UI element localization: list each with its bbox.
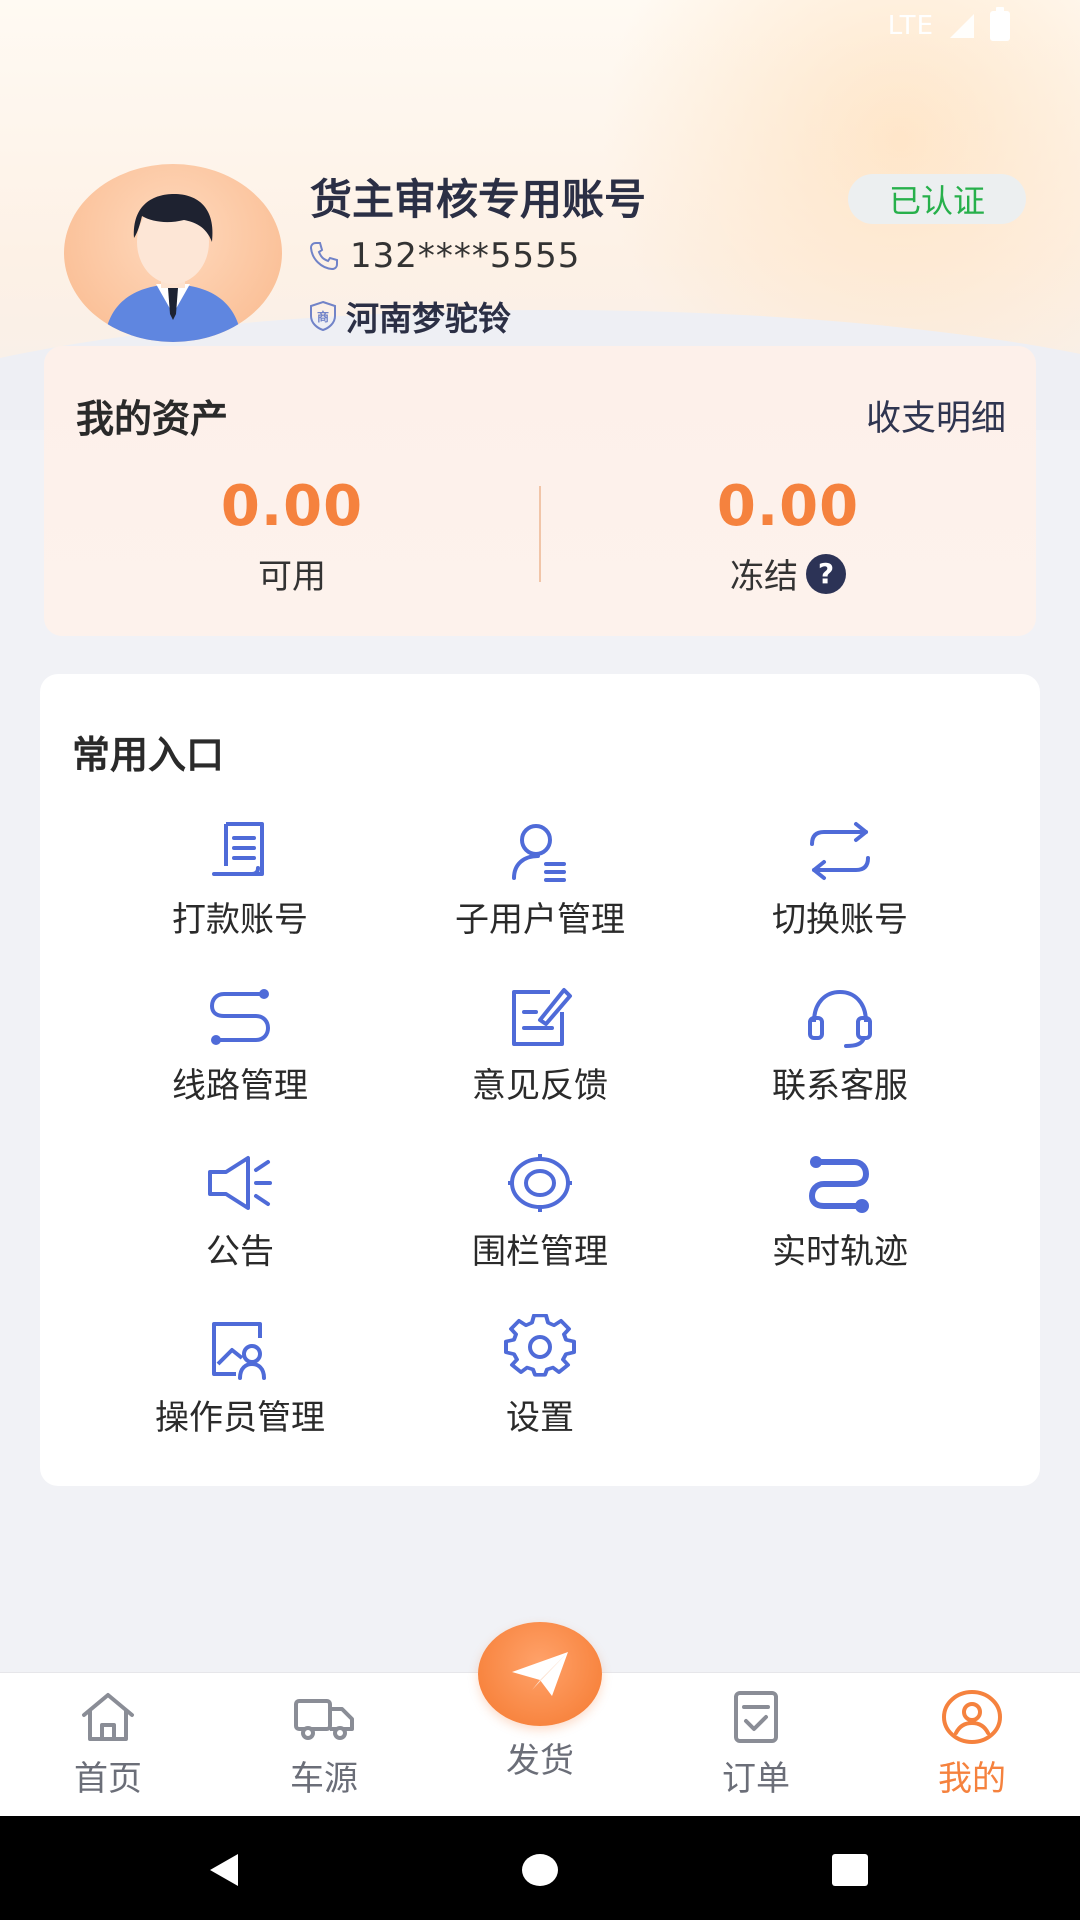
route-icon xyxy=(209,989,271,1045)
entry-label: 围栏管理 xyxy=(472,1232,608,1272)
gear-icon xyxy=(504,1314,576,1377)
truck-icon xyxy=(294,1699,354,1740)
tab-vehicles[interactable]: 车源 xyxy=(216,1689,432,1800)
tab-mine[interactable]: 我的 xyxy=(864,1689,1080,1800)
entry-settings[interactable]: 设置 xyxy=(390,1314,690,1438)
track-icon xyxy=(808,1156,870,1213)
status-bar: LTE xyxy=(0,0,1080,52)
entry-fence-management[interactable]: 围栏管理 xyxy=(390,1148,690,1272)
entry-switch-account[interactable]: 切换账号 xyxy=(690,816,990,940)
help-icon[interactable]: ? xyxy=(806,553,846,594)
available-value: 0.00 xyxy=(220,474,364,539)
entry-route-management[interactable]: 线路管理 xyxy=(90,982,390,1106)
available-balance[interactable]: 0.00 可用 xyxy=(44,474,540,598)
assets-card: 我的资产 收支明细 0.00 可用 0.00 冻结 ? xyxy=(44,346,1036,636)
user-circle-icon xyxy=(942,1690,1002,1744)
operator-image-icon xyxy=(212,1322,266,1380)
megaphone-icon xyxy=(208,1156,272,1210)
entry-label: 实时轨迹 xyxy=(772,1232,908,1272)
home-icon xyxy=(82,1693,134,1741)
entry-label: 设置 xyxy=(506,1398,574,1438)
entry-announcement[interactable]: 公告 xyxy=(90,1148,390,1272)
frozen-balance[interactable]: 0.00 冻结 ? xyxy=(540,474,1036,598)
edit-note-icon xyxy=(512,988,572,1046)
company-row: 商 河南梦驼铃 xyxy=(308,292,511,340)
tab-label: 我的 xyxy=(938,1759,1006,1799)
tab-orders[interactable]: 订单 xyxy=(648,1689,864,1800)
entries-title: 常用入口 xyxy=(72,733,225,777)
order-icon xyxy=(734,1691,778,1743)
battery-icon xyxy=(990,7,1010,41)
avatar[interactable] xyxy=(64,164,282,342)
assets-title: 我的资产 xyxy=(76,397,229,441)
entry-label: 线路管理 xyxy=(172,1066,308,1106)
verified-badge: 已认证 xyxy=(848,174,1026,224)
tab-home[interactable]: 首页 xyxy=(0,1689,216,1800)
entry-feedback[interactable]: 意见反馈 xyxy=(390,982,690,1106)
tab-ship[interactable]: 发货 xyxy=(432,1727,648,1782)
recents-icon[interactable] xyxy=(830,1852,870,1888)
entry-sub-user-management[interactable]: 子用户管理 xyxy=(390,816,690,940)
frozen-label: 冻结 xyxy=(730,557,798,597)
company-name: 河南梦驼铃 xyxy=(346,299,511,338)
headset-icon xyxy=(808,989,872,1048)
entry-label: 切换账号 xyxy=(772,900,908,940)
income-expense-detail-link[interactable]: 收支明细 xyxy=(866,390,1006,441)
paper-plane-icon xyxy=(512,1652,568,1696)
target-icon xyxy=(508,1154,572,1212)
tab-label: 订单 xyxy=(722,1759,790,1799)
frozen-value: 0.00 xyxy=(716,474,860,539)
back-icon[interactable] xyxy=(204,1850,244,1890)
tab-label: 车源 xyxy=(290,1759,358,1799)
entry-label: 子用户管理 xyxy=(455,900,625,940)
signal-icon xyxy=(950,14,974,38)
entry-realtime-track[interactable]: 实时轨迹 xyxy=(690,1148,990,1272)
entry-label: 公告 xyxy=(206,1232,274,1272)
tab-label: 发货 xyxy=(506,1741,574,1781)
phone-icon xyxy=(309,242,338,271)
phone-number: 132****5555 xyxy=(350,236,581,276)
merchant-shield-icon: 商 xyxy=(310,300,336,332)
home-circle-icon[interactable] xyxy=(520,1850,560,1890)
system-nav-bar xyxy=(0,1816,1080,1920)
avatar-person-icon xyxy=(104,194,242,342)
network-indicator: LTE xyxy=(887,11,934,41)
phone-row: 132****5555 xyxy=(308,236,580,276)
entry-operator-management[interactable]: 操作员管理 xyxy=(90,1314,390,1438)
ship-button[interactable] xyxy=(478,1622,602,1726)
available-label: 可用 xyxy=(258,557,326,597)
entry-label: 打款账号 xyxy=(172,900,308,940)
common-entries-card: 常用入口 打款账号 子用户管理 切换账号 线路管理 意见反馈 联系客服 公告 围… xyxy=(40,674,1040,1486)
svg-text:商: 商 xyxy=(317,309,329,324)
profile-name: 货主审核专用账号 xyxy=(310,175,647,224)
entry-label: 操作员管理 xyxy=(155,1398,325,1438)
tab-label: 首页 xyxy=(74,1759,142,1799)
entry-payment-account[interactable]: 打款账号 xyxy=(90,816,390,940)
entry-label: 联系客服 xyxy=(772,1066,908,1106)
entry-contact-support[interactable]: 联系客服 xyxy=(690,982,990,1106)
receipt-icon xyxy=(212,822,264,876)
entry-label: 意见反馈 xyxy=(472,1066,608,1106)
switch-arrows-icon xyxy=(810,822,870,880)
sub-user-icon xyxy=(512,824,566,882)
